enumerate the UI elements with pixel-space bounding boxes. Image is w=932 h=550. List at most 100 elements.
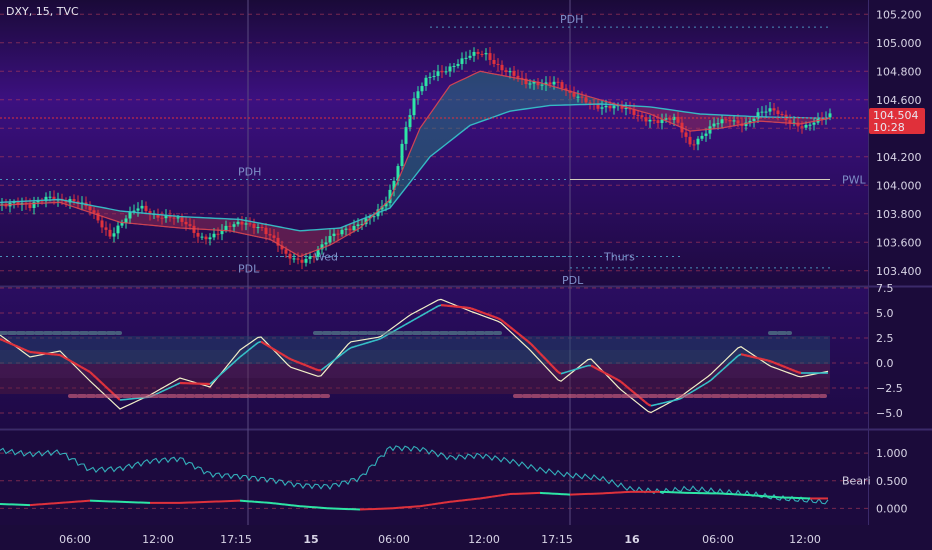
candle-body [236, 221, 240, 225]
candle-body [324, 242, 328, 245]
oscillator-slow-segment [785, 366, 790, 370]
candle-body [584, 97, 588, 103]
cloud-segment [495, 74, 500, 117]
candle-body [656, 120, 660, 124]
candle-body [556, 81, 560, 83]
oscillator-slow-segment [17, 345, 22, 350]
x-tick-label: 12:00 [142, 533, 174, 546]
cloud-segment [460, 78, 465, 134]
oscillator-slow-segment [296, 360, 301, 365]
candle-body [540, 84, 544, 86]
candle-body [356, 224, 360, 227]
candle-body [604, 105, 608, 108]
candle-body [684, 132, 688, 137]
candle-body [416, 91, 420, 99]
oscillator-slow-segment [581, 365, 586, 369]
candle-body [548, 82, 552, 85]
y-tick-label: −5.0 [876, 407, 903, 420]
y-tick-label: 0.0 [876, 357, 894, 370]
candle-body [436, 71, 440, 76]
oscillator-slow-segment [572, 368, 577, 371]
y-tick-label: 103.400 [876, 265, 922, 278]
candle-body [424, 77, 428, 87]
candle-body [88, 206, 92, 211]
oscillator-slow-segment [437, 304, 442, 307]
candle-body [508, 71, 512, 73]
oscillator-slow-segment [668, 400, 673, 403]
oscillator-slow-segment [371, 339, 376, 343]
level-label: PDL [238, 263, 260, 276]
price-badge: 104.504 10:28 [869, 108, 925, 134]
candle-body [432, 75, 436, 77]
candle-body [636, 114, 640, 116]
oscillator-slow-segment [263, 342, 268, 347]
candle-body [92, 210, 96, 213]
oscillator-slow-segment [563, 371, 568, 374]
cloud-segment [700, 114, 705, 131]
candle-body [268, 234, 272, 236]
candle-body [596, 104, 600, 109]
candle-body [208, 237, 212, 240]
cloud-segment [420, 121, 425, 170]
x-tick-label: 12:00 [789, 533, 821, 546]
oscillator-slow-segment [353, 345, 358, 348]
candle-body [448, 66, 452, 72]
x-tick-label: 12:00 [468, 533, 500, 546]
oscillator-slow-segment [791, 368, 796, 373]
oscillator-slow-segment [305, 364, 310, 368]
oscillator-slow-segment [20, 347, 25, 351]
oscillator-slow-segment [767, 359, 772, 363]
cloud-segment [480, 71, 485, 122]
candle-body [456, 63, 460, 66]
svg-text:DXY, 15, TVC: DXY, 15, TVC [6, 5, 79, 18]
oscillator-slow-segment [74, 362, 79, 367]
oscillator-slow-segment [488, 313, 493, 318]
cloud-segment [455, 80, 460, 138]
oscillator-slow-segment [671, 399, 676, 402]
oscillator-slow-segment [68, 359, 73, 363]
candle-body [760, 111, 764, 113]
oscillator-slow-segment [467, 306, 472, 310]
x-tick-label: 16 [624, 533, 640, 546]
oscillator-slow-segment [605, 372, 610, 377]
candle-body [708, 126, 712, 134]
cloud-segment [695, 113, 700, 131]
oscillator-slow-segment [80, 365, 85, 370]
oscillator-slow-segment [374, 338, 379, 342]
volatility-series-label: Beari [842, 474, 871, 487]
candle-body [780, 114, 784, 116]
candle-body [328, 236, 332, 243]
oscillator-slow-segment [368, 340, 373, 344]
y-tick-label: 105.000 [876, 37, 922, 50]
oscillator-slow-segment [764, 358, 769, 362]
y-tick-label: 103.800 [876, 208, 922, 221]
candle-body [224, 225, 228, 231]
oscillator-band-high [0, 336, 830, 350]
source-label: TVC [56, 5, 79, 18]
oscillator-slow-segment [287, 356, 292, 361]
cloud-segment [145, 213, 150, 226]
oscillator-slow-segment [2, 339, 7, 343]
oscillator-slow-segment [752, 355, 757, 359]
cloud-segment [435, 99, 440, 153]
candle-body [140, 205, 144, 209]
candle-body [732, 120, 736, 122]
candle-body [188, 224, 192, 226]
candle-body [348, 228, 352, 231]
x-tick-label: 17:15 [220, 533, 252, 546]
candle-body [296, 258, 300, 260]
candle-body [488, 53, 492, 60]
candle-body [484, 53, 488, 55]
cloud-segment [465, 76, 470, 130]
oscillator-slow-segment [599, 369, 604, 373]
candle-body [204, 236, 208, 240]
candle-body [352, 226, 356, 231]
candle-body [144, 205, 148, 212]
oscillator-slow-segment [470, 307, 475, 311]
y-tick-label: −2.5 [876, 382, 903, 395]
oscillator-slow-segment [5, 340, 10, 344]
price-badge-countdown: 10:28 [873, 121, 905, 134]
oscillator-slow-segment [776, 362, 781, 367]
oscillator-slow-segment [743, 353, 748, 357]
candle-body [124, 218, 128, 223]
